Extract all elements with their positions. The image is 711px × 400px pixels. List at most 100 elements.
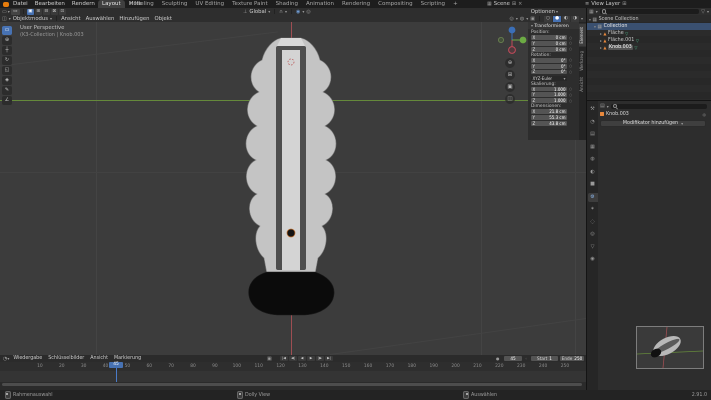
- play-button[interactable]: ▶: [307, 356, 315, 362]
- particles-tab[interactable]: ✶: [588, 205, 598, 214]
- wireframe-shading-button[interactable]: ○: [544, 16, 552, 22]
- view-layer-selector[interactable]: ≣ View Layer ⊞: [585, 0, 626, 8]
- expand-icon[interactable]: ▸: [600, 31, 602, 36]
- timeline-menu-item[interactable]: Schlüsselbilder: [48, 356, 84, 361]
- material-preview-button[interactable]: ◐: [562, 16, 570, 22]
- timeline-keyframe-area[interactable]: [0, 371, 586, 382]
- workspace-tab[interactable]: Sculpting: [158, 0, 192, 8]
- xray-toggle-icon[interactable]: ▣: [530, 16, 535, 22]
- pin-icon[interactable]: ◎: [703, 112, 707, 117]
- prev-keyframe-button[interactable]: ◀|: [289, 356, 297, 362]
- select-mode-intersect[interactable]: ⊡: [59, 9, 66, 15]
- outliner-display-mode-icon[interactable]: ▦: [589, 9, 594, 15]
- expand-icon[interactable]: ▾: [589, 17, 591, 22]
- jump-end-button[interactable]: ▶|: [325, 356, 333, 362]
- workspace-tab[interactable]: Scripting: [417, 0, 449, 8]
- constraints-tab[interactable]: ◎: [588, 230, 598, 239]
- rotate-tool[interactable]: ↻: [2, 56, 12, 65]
- workspace-tab[interactable]: Rendering: [338, 0, 374, 8]
- timeline-menu-item[interactable]: Wiedergabe: [13, 356, 42, 361]
- rendered-shading-button[interactable]: ◑: [571, 16, 579, 22]
- frame-end-field[interactable]: Ende250: [560, 356, 584, 362]
- expand-icon[interactable]: ▸: [600, 45, 602, 50]
- unlock-icon[interactable]: ○: [569, 99, 572, 103]
- cursor-tool[interactable]: ⊕: [2, 36, 12, 45]
- viewport-menu-item[interactable]: Objekt: [155, 16, 172, 22]
- next-keyframe-button[interactable]: |▶: [316, 356, 324, 362]
- outliner-row-object[interactable]: ▸ ▲ Fläche.001 ▽ ⊙: [587, 37, 711, 44]
- current-frame-field[interactable]: 45: [504, 356, 522, 362]
- object-tab[interactable]: ■: [588, 180, 598, 189]
- menu-item[interactable]: Rendern: [72, 1, 95, 7]
- outliner-row-object-active[interactable]: ▸ ▲ Knob.003 ▽ ⊙: [587, 44, 711, 51]
- unlock-icon[interactable]: ○: [569, 36, 572, 40]
- scene-selector[interactable]: ▦ Scene ⊞ ×: [487, 0, 522, 8]
- menu-item[interactable]: Bearbeiten: [35, 1, 65, 7]
- overlays-dropdown-icon[interactable]: ▾: [526, 16, 528, 21]
- unlock-icon[interactable]: ○: [569, 93, 572, 97]
- unlink-scene-icon[interactable]: ×: [518, 1, 522, 7]
- keying-set-icon[interactable]: ◦: [525, 356, 527, 361]
- mesh-object-knob[interactable]: [243, 36, 339, 316]
- snap-magnet-icon[interactable]: ∩: [279, 9, 283, 15]
- proportional-dropdown-icon[interactable]: ▾: [302, 9, 304, 14]
- play-reverse-button[interactable]: ◀: [298, 356, 306, 362]
- editor-type-icon[interactable]: ◫: [2, 16, 7, 22]
- perspective-toggle-button[interactable]: ◫: [505, 94, 515, 104]
- frame-start-field[interactable]: Start1: [531, 356, 558, 362]
- scale-tool[interactable]: ◱: [2, 66, 12, 75]
- shading-dropdown-icon[interactable]: ▾: [581, 16, 583, 21]
- snap-dropdown-icon[interactable]: ▾: [285, 9, 287, 14]
- zoom-button[interactable]: ⊕: [505, 58, 515, 68]
- properties-display-icon[interactable]: ▤: [600, 103, 605, 109]
- workspace-tab[interactable]: Layout: [98, 0, 125, 8]
- unlock-icon[interactable]: ○: [569, 58, 572, 62]
- transform-orientation-dropdown[interactable]: Global: [249, 9, 266, 15]
- workspace-tab[interactable]: UV Editing: [191, 0, 228, 8]
- new-scene-icon[interactable]: ⊞: [512, 1, 516, 7]
- navigation-gizmo[interactable]: [494, 24, 530, 56]
- filter-icon[interactable]: ▽: [701, 9, 705, 15]
- proportional-editing-icon[interactable]: ◉: [296, 9, 300, 15]
- gizmos-dropdown-icon[interactable]: ▾: [516, 16, 518, 21]
- viewport-menu-item[interactable]: Hinzufügen: [119, 16, 149, 22]
- world-tab[interactable]: ◐: [588, 168, 598, 177]
- mode-dropdown[interactable]: Objektmodus: [13, 16, 48, 22]
- annotate-tool[interactable]: ✎: [2, 86, 12, 95]
- physics-tab[interactable]: ◌: [588, 218, 598, 227]
- select-mode-subtract[interactable]: ⊟: [43, 9, 50, 15]
- tool-tab[interactable]: ⚒: [588, 105, 598, 114]
- render-tab[interactable]: ◔: [588, 118, 598, 127]
- object-data-tab[interactable]: ▽: [588, 243, 598, 252]
- unlock-icon[interactable]: ○: [569, 64, 572, 68]
- outliner-row-collection[interactable]: ▾ ▦ Collection ⊙: [587, 23, 711, 30]
- viewport-menu-item[interactable]: Auswählen: [86, 16, 115, 22]
- sidebar-tab[interactable]: Werkzeug: [579, 48, 586, 74]
- rotation-mode-dropdown[interactable]: XYZ-Euler▾: [531, 76, 567, 81]
- move-tool[interactable]: ┼: [2, 46, 12, 55]
- workspace-tab[interactable]: +: [449, 0, 462, 8]
- scene-tab[interactable]: ◍: [588, 155, 598, 164]
- select-mode-invert[interactable]: ⊠: [51, 9, 58, 15]
- unlock-icon[interactable]: ○: [569, 47, 572, 51]
- camera-view-button[interactable]: ▣: [505, 82, 515, 92]
- unlock-icon[interactable]: ○: [569, 70, 572, 74]
- fallback-tool-caret-icon[interactable]: ▾: [8, 9, 10, 14]
- jump-start-button[interactable]: |◀: [280, 356, 288, 362]
- outliner-row-object[interactable]: ▸ ▲ Fläche ▽ ⊙: [587, 30, 711, 37]
- timeline-scrollbar[interactable]: [0, 382, 586, 387]
- measure-tool[interactable]: ∠: [2, 96, 12, 105]
- blender-logo-icon[interactable]: [3, 2, 9, 7]
- proportional-falloff-icon[interactable]: ◎: [306, 9, 310, 15]
- auto-key-icon[interactable]: ●: [496, 356, 500, 361]
- overlays-icon[interactable]: ◍: [520, 16, 524, 22]
- pan-button[interactable]: ⊞: [505, 70, 515, 80]
- options-dropdown[interactable]: Optionen: [531, 9, 555, 15]
- properties-search-input[interactable]: [611, 104, 707, 109]
- material-tab[interactable]: ◉: [588, 255, 598, 264]
- outliner-search-input[interactable]: [600, 9, 699, 14]
- solid-shading-button[interactable]: ●: [553, 16, 561, 22]
- sidebar-tab[interactable]: Element: [579, 24, 586, 47]
- workspace-tab[interactable]: Compositing: [374, 0, 416, 8]
- timeline-ruler[interactable]: 1020304050607080901001101201301401501601…: [0, 362, 586, 371]
